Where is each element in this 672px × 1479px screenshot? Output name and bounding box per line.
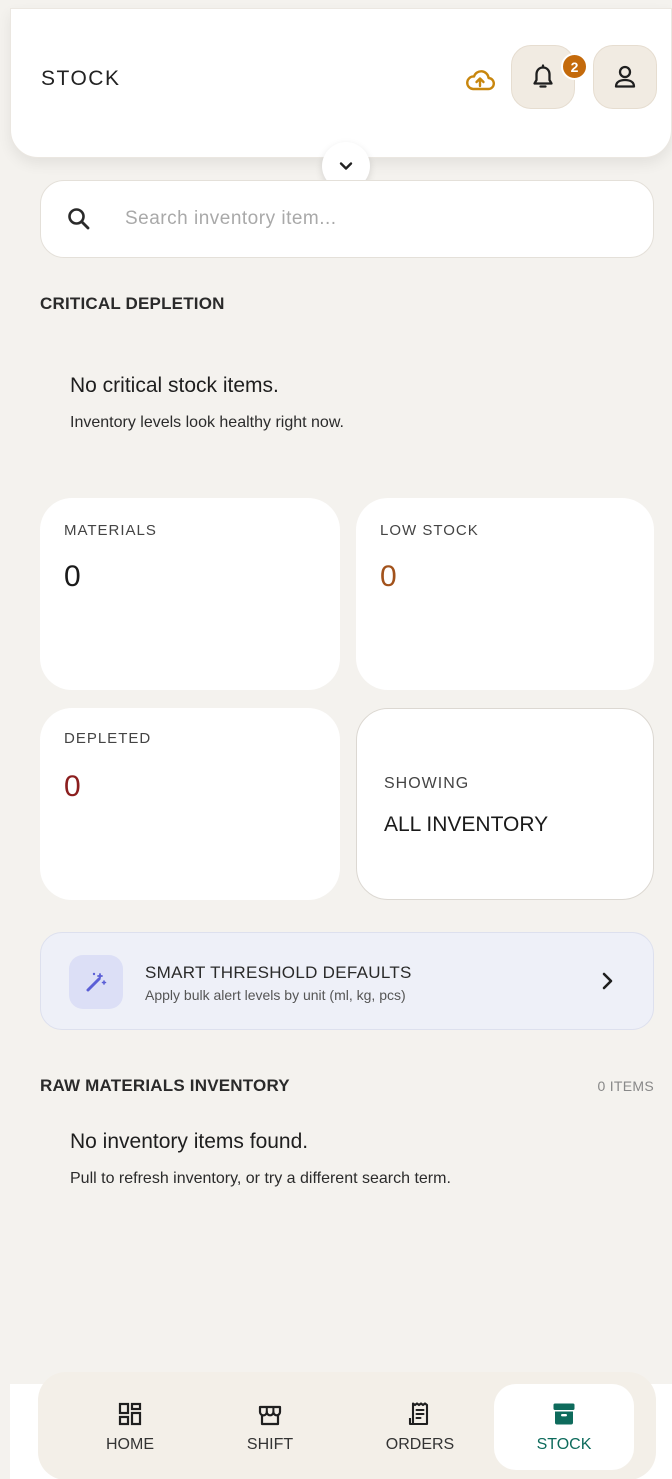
user-icon <box>614 65 636 88</box>
depleted-card[interactable]: DEPLETED 0 <box>40 708 340 900</box>
dashboard-icon <box>118 1402 142 1426</box>
threshold-title: SMART THRESHOLD DEFAULTS <box>145 963 412 982</box>
search-bar <box>40 180 654 258</box>
nav-label-shift: SHIFT <box>246 1436 294 1453</box>
cloud-upload-icon[interactable] <box>464 65 496 97</box>
notification-badge: 2 <box>561 53 588 80</box>
top-app-bar: STOCK 2 <box>10 8 672 158</box>
archive-box-icon <box>553 1403 575 1425</box>
nav-item-shift[interactable]: SHIFT <box>200 1384 340 1470</box>
low-stock-label: LOW STOCK <box>380 522 479 539</box>
search-icon <box>68 208 90 230</box>
low-stock-value: 0 <box>380 560 397 593</box>
nav-label-stock: STOCK <box>536 1436 592 1453</box>
raw-materials-title: RAW MATERIALS INVENTORY <box>40 1076 290 1095</box>
inventory-empty-subtitle: Pull to refresh inventory, or try a diff… <box>70 1170 451 1187</box>
items-count: 0 ITEMS <box>597 1078 654 1094</box>
nav-label-home: HOME <box>106 1436 154 1453</box>
depleted-label: DEPLETED <box>64 730 152 747</box>
showing-label: SHOWING <box>384 775 470 792</box>
low-stock-card[interactable]: LOW STOCK 0 <box>356 498 654 690</box>
nav-item-home[interactable]: HOME <box>60 1384 200 1470</box>
nav-item-orders[interactable]: ORDERS <box>350 1384 490 1470</box>
threshold-subtitle: Apply bulk alert levels by unit (ml, kg,… <box>145 987 406 1003</box>
nav-label-orders: ORDERS <box>385 1436 455 1453</box>
showing-value: ALL INVENTORY <box>384 813 549 836</box>
magic-wand-icon-box <box>69 955 123 1009</box>
depleted-value: 0 <box>64 770 81 803</box>
materials-label: MATERIALS <box>64 522 157 539</box>
search-input[interactable] <box>125 199 625 239</box>
smart-threshold-banner[interactable]: SMART THRESHOLD DEFAULTS Apply bulk aler… <box>40 932 654 1030</box>
magic-wand-icon <box>86 972 107 992</box>
showing-filter-card[interactable]: SHOWING ALL INVENTORY <box>356 708 654 900</box>
bottom-navigation: HOME SHIFT ORDERS STOCK <box>38 1372 656 1479</box>
inventory-empty-title: No inventory items found. <box>70 1130 309 1153</box>
critical-empty-title: No critical stock items. <box>70 374 279 397</box>
chevron-down-icon <box>339 162 353 170</box>
critical-depletion-title: CRITICAL DEPLETION <box>40 294 225 313</box>
store-icon <box>258 1405 282 1426</box>
materials-card[interactable]: MATERIALS 0 <box>40 498 340 690</box>
page-title: STOCK <box>41 67 121 90</box>
nav-item-stock[interactable]: STOCK <box>494 1384 634 1470</box>
receipt-icon <box>408 1402 429 1426</box>
bell-icon <box>533 64 553 88</box>
profile-button[interactable] <box>593 45 657 109</box>
chevron-right-icon <box>602 972 613 990</box>
critical-empty-subtitle: Inventory levels look healthy right now. <box>70 414 344 431</box>
materials-value: 0 <box>64 560 81 593</box>
